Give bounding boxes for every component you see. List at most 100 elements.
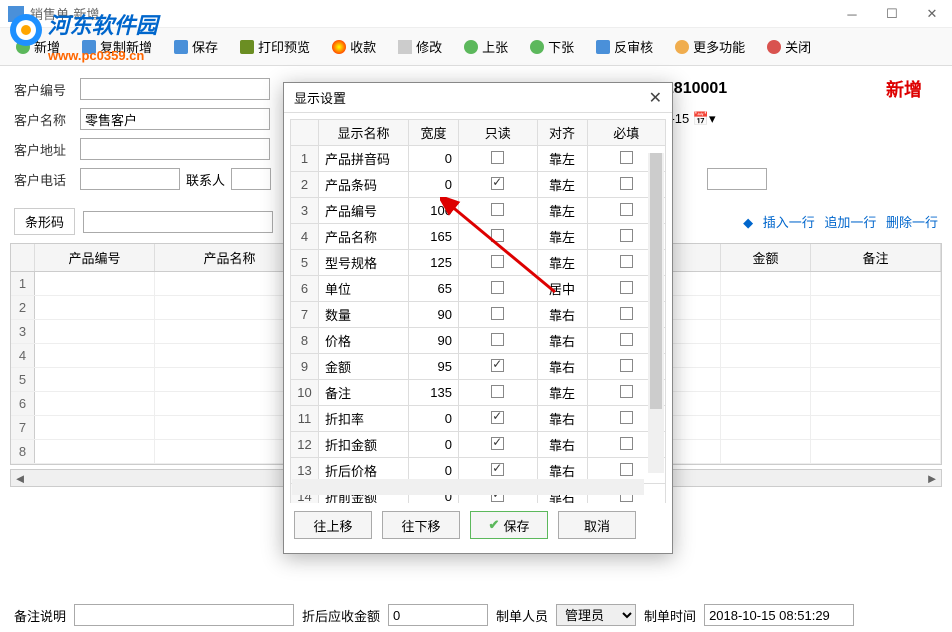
window-title: 销售单-新增: [30, 4, 99, 23]
required-checkbox[interactable]: [620, 411, 633, 424]
readonly-checkbox[interactable]: [491, 359, 504, 372]
extra-input[interactable]: [707, 168, 767, 190]
unapprove-button[interactable]: 反审核: [588, 33, 661, 60]
settings-row[interactable]: 9金额95靠右: [291, 354, 666, 380]
creator-select[interactable]: 管理员: [556, 604, 636, 626]
maximize-button[interactable]: ☐: [872, 0, 912, 28]
pay-button[interactable]: 收款: [324, 33, 384, 60]
settings-row[interactable]: 10备注135靠左: [291, 380, 666, 406]
required-checkbox[interactable]: [620, 151, 633, 164]
col-display-name[interactable]: 显示名称: [319, 120, 409, 146]
close-window-button[interactable]: ✕: [912, 0, 952, 28]
display-settings-dialog: 显示设置 ✕ 显示名称 宽度 只读 对齐 必填 1产品拼音码0靠左2产品条码0靠…: [283, 82, 673, 554]
required-checkbox[interactable]: [620, 177, 633, 190]
dialog-horizontal-scrollbar[interactable]: [292, 479, 644, 495]
customer-name-input[interactable]: [80, 108, 270, 130]
contact-input[interactable]: [231, 168, 271, 190]
customer-name-label: 客户名称: [14, 110, 74, 129]
readonly-checkbox[interactable]: [491, 437, 504, 450]
col-product-id[interactable]: 产品编号: [35, 244, 155, 271]
remark-input[interactable]: [74, 604, 294, 626]
more-icon: [675, 40, 689, 54]
close-icon: [767, 40, 781, 54]
required-checkbox[interactable]: [620, 281, 633, 294]
required-checkbox[interactable]: [620, 229, 633, 242]
readonly-checkbox[interactable]: [491, 177, 504, 190]
required-checkbox[interactable]: [620, 385, 633, 398]
discount-amt-input[interactable]: [388, 604, 488, 626]
customer-addr-label: 客户地址: [14, 140, 74, 159]
save-button[interactable]: 保存: [166, 33, 226, 60]
more-button[interactable]: 更多功能: [667, 33, 753, 60]
settings-row[interactable]: 4产品名称165靠左: [291, 224, 666, 250]
move-down-button[interactable]: 往下移: [382, 511, 460, 539]
readonly-checkbox[interactable]: [491, 307, 504, 320]
readonly-checkbox[interactable]: [491, 229, 504, 242]
move-up-button[interactable]: 往上移: [294, 511, 372, 539]
remark-label: 备注说明: [14, 606, 66, 625]
customer-phone-input[interactable]: [80, 168, 180, 190]
customer-id-label: 客户编号: [14, 80, 74, 99]
required-checkbox[interactable]: [620, 359, 633, 372]
close-button[interactable]: 关闭: [759, 33, 819, 60]
footer-bar: 备注说明 折后应收金额 制单人员 管理员 制单时间: [0, 604, 952, 626]
readonly-checkbox[interactable]: [491, 203, 504, 216]
col-readonly[interactable]: 只读: [459, 120, 538, 146]
required-checkbox[interactable]: [620, 307, 633, 320]
readonly-checkbox[interactable]: [491, 385, 504, 398]
append-row-link[interactable]: 追加一行: [824, 215, 876, 230]
required-checkbox[interactable]: [620, 333, 633, 346]
scroll-left-icon[interactable]: ◄: [11, 471, 29, 486]
bullet-icon: ◆: [743, 215, 753, 230]
col-align[interactable]: 对齐: [537, 120, 587, 146]
readonly-checkbox[interactable]: [491, 281, 504, 294]
col-required[interactable]: 必填: [587, 120, 666, 146]
minimize-button[interactable]: ─: [832, 0, 872, 28]
col-remark[interactable]: 备注: [811, 244, 941, 271]
new-button[interactable]: 新增: [8, 33, 68, 60]
print-preview-button[interactable]: 打印预览: [232, 33, 318, 60]
contact-label: 联系人: [186, 170, 225, 189]
readonly-checkbox[interactable]: [491, 333, 504, 346]
readonly-checkbox[interactable]: [491, 255, 504, 268]
required-checkbox[interactable]: [620, 255, 633, 268]
dialog-vertical-scrollbar[interactable]: [648, 153, 664, 473]
prev-button[interactable]: 上张: [456, 33, 516, 60]
settings-row[interactable]: 11折扣率0靠右: [291, 406, 666, 432]
settings-row[interactable]: 3产品编号100靠左: [291, 198, 666, 224]
col-width[interactable]: 宽度: [409, 120, 459, 146]
settings-row[interactable]: 1产品拼音码0靠左: [291, 146, 666, 172]
settings-row[interactable]: 6单位65居中: [291, 276, 666, 302]
insert-row-link[interactable]: 插入一行: [763, 215, 815, 230]
dialog-save-button[interactable]: ✔保存: [470, 511, 548, 539]
create-time-input[interactable]: [704, 604, 854, 626]
dialog-title: 显示设置: [294, 88, 346, 107]
dialog-cancel-button[interactable]: 取消: [558, 511, 636, 539]
main-toolbar: 新增 复制新增 保存 打印预览 收款 修改 上张 下张 反审核 更多功能 关闭: [0, 28, 952, 66]
settings-row[interactable]: 5型号规格125靠左: [291, 250, 666, 276]
col-amount[interactable]: 金额: [721, 244, 811, 271]
settings-row[interactable]: 2产品条码0靠左: [291, 172, 666, 198]
readonly-checkbox[interactable]: [491, 151, 504, 164]
barcode-input[interactable]: [83, 211, 273, 233]
discount-amt-label: 折后应收金额: [302, 606, 380, 625]
customer-id-input[interactable]: [80, 78, 270, 100]
required-checkbox[interactable]: [620, 463, 633, 476]
creator-label: 制单人员: [496, 606, 548, 625]
settings-row[interactable]: 8价格90靠右: [291, 328, 666, 354]
customer-addr-input[interactable]: [80, 138, 270, 160]
readonly-checkbox[interactable]: [491, 411, 504, 424]
next-button[interactable]: 下张: [522, 33, 582, 60]
dialog-close-button[interactable]: ✕: [649, 88, 662, 108]
required-checkbox[interactable]: [620, 203, 633, 216]
barcode-label: 条形码: [14, 208, 75, 235]
settings-row[interactable]: 7数量90靠右: [291, 302, 666, 328]
required-checkbox[interactable]: [620, 437, 633, 450]
delete-row-link[interactable]: 删除一行: [886, 215, 938, 230]
settings-row[interactable]: 12折扣金额0靠右: [291, 432, 666, 458]
modify-button[interactable]: 修改: [390, 33, 450, 60]
scroll-right-icon[interactable]: ►: [923, 471, 941, 486]
readonly-checkbox[interactable]: [491, 463, 504, 476]
copy-new-button[interactable]: 复制新增: [74, 33, 160, 60]
copy-icon: [82, 40, 96, 54]
